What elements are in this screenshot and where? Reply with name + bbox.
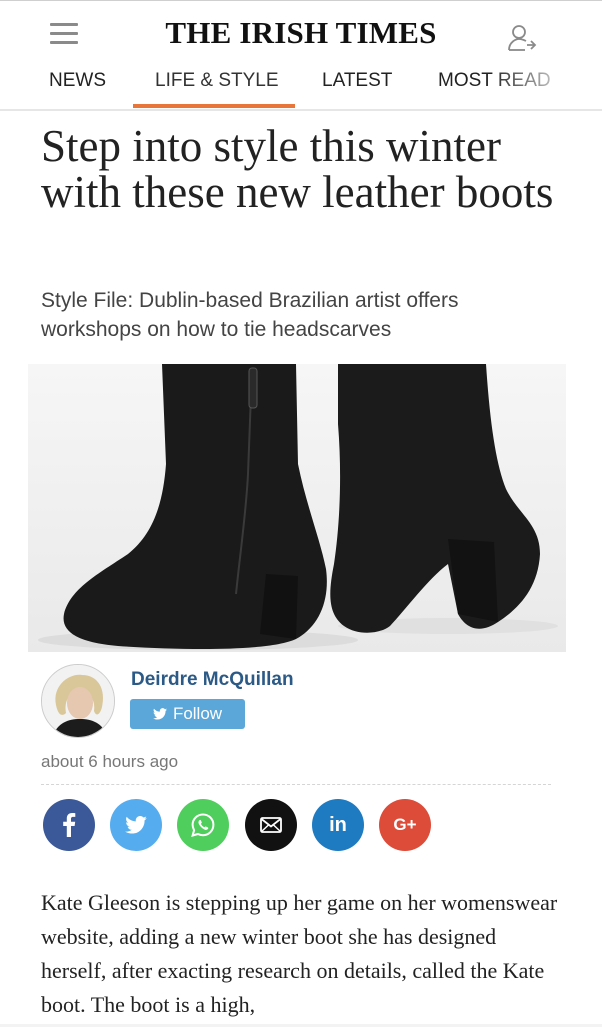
google-plus-share-button[interactable]: G+ <box>379 799 431 851</box>
nav-item-most-read[interactable]: MOST READ <box>438 70 551 92</box>
article-body: Kate Gleeson is stepping up her game on … <box>41 890 558 1017</box>
twitter-share-button[interactable] <box>110 799 162 851</box>
envelope-icon <box>260 817 282 833</box>
twitter-bird-icon <box>152 708 167 720</box>
article-headline: Step into style this winter with these n… <box>41 121 554 217</box>
whatsapp-share-button[interactable] <box>177 799 229 851</box>
article-standfirst: Style File: Dublin-based Brazilian artis… <box>41 289 459 341</box>
twitter-icon <box>125 816 147 834</box>
active-tab-indicator <box>133 104 295 108</box>
facebook-share-button[interactable] <box>43 799 95 851</box>
nav-item-news[interactable]: NEWS <box>49 70 106 92</box>
share-divider <box>41 784 551 785</box>
linkedin-share-button[interactable]: in <box>312 799 364 851</box>
top-bar: THE IRISH TIMES <box>0 0 602 64</box>
nav-item-latest[interactable]: LATEST <box>322 70 392 92</box>
follow-button[interactable]: Follow <box>130 699 245 729</box>
whatsapp-icon <box>191 813 215 837</box>
user-account-icon[interactable] <box>506 23 538 53</box>
nav-item-life-style[interactable]: LIFE & STYLE <box>155 70 279 92</box>
section-nav: NEWS LIFE & STYLE LATEST MOST READ <box>0 64 602 110</box>
author-name[interactable]: Deirdre McQuillan <box>131 669 294 691</box>
linkedin-icon: in <box>329 813 347 836</box>
author-avatar[interactable] <box>41 664 115 738</box>
facebook-icon <box>63 813 76 837</box>
article-timestamp: about 6 hours ago <box>41 752 179 771</box>
follow-label: Follow <box>172 704 223 723</box>
email-share-button[interactable] <box>245 799 297 851</box>
hero-image <box>28 364 566 652</box>
google-plus-icon: G+ <box>393 815 417 834</box>
nav-divider <box>0 109 602 111</box>
